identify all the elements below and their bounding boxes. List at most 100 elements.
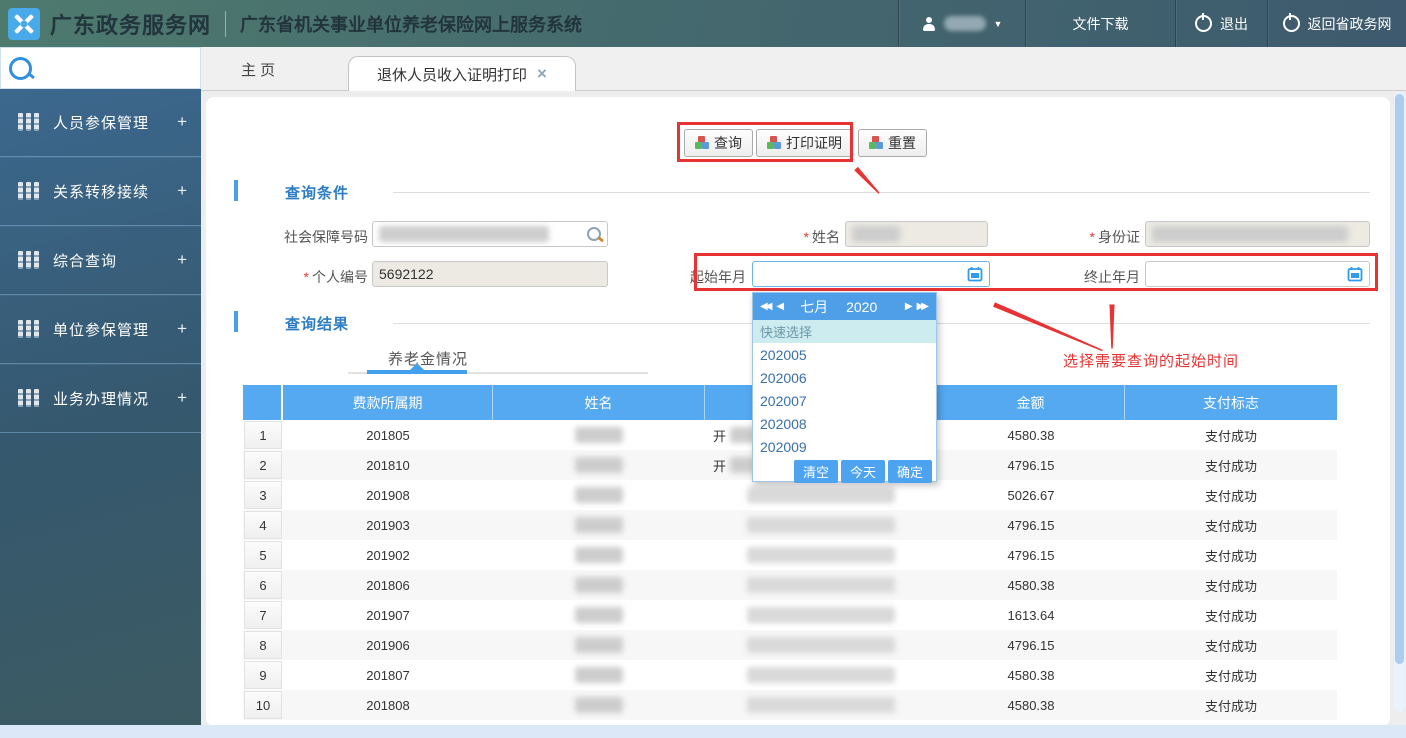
top-header: 广东政务服务网 广东省机关事业单位养老保险网上服务系统 ▼ 文件下载 退出 返回… [0, 0, 1406, 47]
tab-income-certificate-print[interactable]: 退休人员收入证明打印 × [348, 56, 576, 91]
redacted-value [747, 577, 895, 593]
user-menu[interactable]: ▼ [898, 0, 1025, 47]
cell-amount: 4796.15 [937, 510, 1125, 540]
sidebar-item-unit-insurance[interactable]: 单位参保管理 + [0, 295, 201, 364]
table-row[interactable]: 7 201907 1613.64 支付成功 [243, 600, 1337, 630]
picker-clear-button[interactable]: 清空 [794, 460, 838, 483]
sidebar-item-business-status[interactable]: 业务办理情况 + [0, 364, 201, 433]
annotation-text: 选择需要查询的起始时间 [1063, 350, 1239, 371]
list-icon [18, 320, 39, 338]
table-row[interactable]: 5 201902 4796.15 支付成功 [243, 540, 1337, 570]
cell-status: 支付成功 [1125, 570, 1337, 600]
chevron-down-icon: ▼ [994, 19, 1003, 29]
section-title-conditions: 查询条件 [285, 182, 349, 203]
start-month-input[interactable] [752, 261, 990, 287]
cell-status: 支付成功 [1125, 510, 1337, 540]
quick-select-row[interactable]: 快速选择 [753, 320, 936, 343]
next-year-icon[interactable]: ▶▶ [915, 301, 928, 312]
picker-option-202008[interactable]: 202008 [753, 412, 936, 435]
back-portal-button[interactable]: 返回省政务网 [1267, 0, 1406, 47]
id-card-label: *身份证 [1050, 227, 1140, 247]
row-index: 1 [244, 421, 282, 449]
end-month-label: 终止年月 [1080, 267, 1140, 287]
redacted-name [575, 637, 623, 653]
table-row[interactable]: 6 201806 4580.38 支付成功 [243, 570, 1337, 600]
cell-period: 201903 [283, 510, 493, 540]
col-header-period: 费款所属期 [283, 385, 493, 420]
sidebar-item-comprehensive-query[interactable]: 综合查询 + [0, 226, 201, 295]
redacted-value [747, 697, 895, 713]
table-row[interactable]: 9 201807 4580.38 支付成功 [243, 660, 1337, 690]
picker-option-202005[interactable]: 202005 [753, 343, 936, 366]
sidebar-item-relation-transfer[interactable]: 关系转移接续 + [0, 157, 201, 226]
table-row[interactable]: 8 201906 4796.15 支付成功 [243, 630, 1337, 660]
query-button[interactable]: 查询 [684, 129, 753, 157]
reset-button[interactable]: 重置 [858, 129, 927, 157]
power-icon [1195, 15, 1212, 32]
tab-bar: 主 页 退休人员收入证明打印 × [201, 47, 1406, 91]
row-index: 9 [244, 661, 282, 689]
calendar-icon[interactable] [1347, 266, 1363, 282]
personal-no-value: 5692122 [379, 266, 434, 282]
required-mark: * [304, 269, 309, 285]
cell-status: 支付成功 [1125, 690, 1337, 720]
cell-amount: 5026.67 [937, 480, 1125, 510]
required-mark: * [804, 229, 809, 245]
logout-button[interactable]: 退出 [1175, 0, 1267, 47]
close-icon[interactable]: × [537, 64, 547, 84]
list-icon [18, 389, 39, 407]
ssn-input[interactable] [372, 221, 608, 247]
query-button-label: 查询 [714, 133, 742, 153]
name-input[interactable] [845, 221, 988, 247]
table-row[interactable]: 4 201903 4796.15 支付成功 [243, 510, 1337, 540]
sidebar-item-label: 关系转移接续 [53, 181, 149, 202]
list-icon [18, 182, 39, 200]
tab-home[interactable]: 主 页 [241, 59, 275, 80]
picker-option-202006[interactable]: 202006 [753, 366, 936, 389]
tab-pension-status[interactable]: 养老金情况 [388, 348, 468, 369]
logout-label: 退出 [1220, 14, 1248, 34]
ssn-label: 社会保障号码 [250, 227, 368, 247]
redacted-name [575, 487, 623, 503]
id-card-input[interactable] [1145, 221, 1370, 247]
header-actions: ▼ 文件下载 退出 返回省政务网 [898, 0, 1406, 47]
section-accent-bar [234, 180, 238, 201]
horizontal-scrollbar-track[interactable] [0, 725, 1406, 738]
sidebar-item-personnel-insurance[interactable]: 人员参保管理 + [0, 88, 201, 157]
picker-option-202009[interactable]: 202009 [753, 435, 936, 458]
picker-confirm-button[interactable]: 确定 [888, 460, 932, 483]
date-picker-popup: ◀◀ ◀ 七月 2020 ▶ ▶▶ 快速选择 202005 202006 202… [752, 292, 937, 482]
vertical-scrollbar-thumb[interactable] [1395, 94, 1404, 664]
row-index: 3 [244, 481, 282, 509]
calendar-icon[interactable] [967, 266, 983, 282]
picker-option-202007[interactable]: 202007 [753, 389, 936, 412]
cell-extra: 开 [713, 456, 726, 475]
personal-no-input[interactable]: 5692122 [372, 261, 608, 287]
picker-today-button[interactable]: 今天 [841, 460, 885, 483]
picker-footer: 清空 今天 确定 [753, 458, 936, 485]
next-month-icon[interactable]: ▶ [903, 301, 915, 312]
print-certificate-button[interactable]: 打印证明 [756, 129, 853, 157]
table-row[interactable]: 10 201808 4580.38 支付成功 [243, 690, 1337, 720]
cell-period: 201806 [283, 570, 493, 600]
lookup-search-icon[interactable] [587, 227, 601, 241]
row-index: 2 [244, 451, 282, 479]
redacted-value [747, 517, 895, 533]
plus-icon: + [177, 112, 187, 132]
cell-status: 支付成功 [1125, 660, 1337, 690]
redacted-name [575, 547, 623, 563]
redacted-value [852, 226, 900, 242]
row-index: 5 [244, 541, 282, 569]
redacted-value [747, 667, 895, 683]
power-icon [1283, 15, 1300, 32]
sidebar-search-input[interactable] [38, 59, 223, 77]
cubes-icon [767, 136, 781, 150]
picker-month[interactable]: 七月 [800, 297, 828, 317]
prev-year-icon[interactable]: ◀◀ [758, 301, 771, 312]
file-download-button[interactable]: 文件下载 [1025, 0, 1175, 47]
prev-month-icon[interactable]: ◀ [774, 301, 786, 312]
redacted-name [575, 457, 623, 473]
cell-status: 支付成功 [1125, 420, 1337, 450]
end-month-input[interactable] [1145, 261, 1370, 287]
picker-year[interactable]: 2020 [846, 299, 877, 315]
